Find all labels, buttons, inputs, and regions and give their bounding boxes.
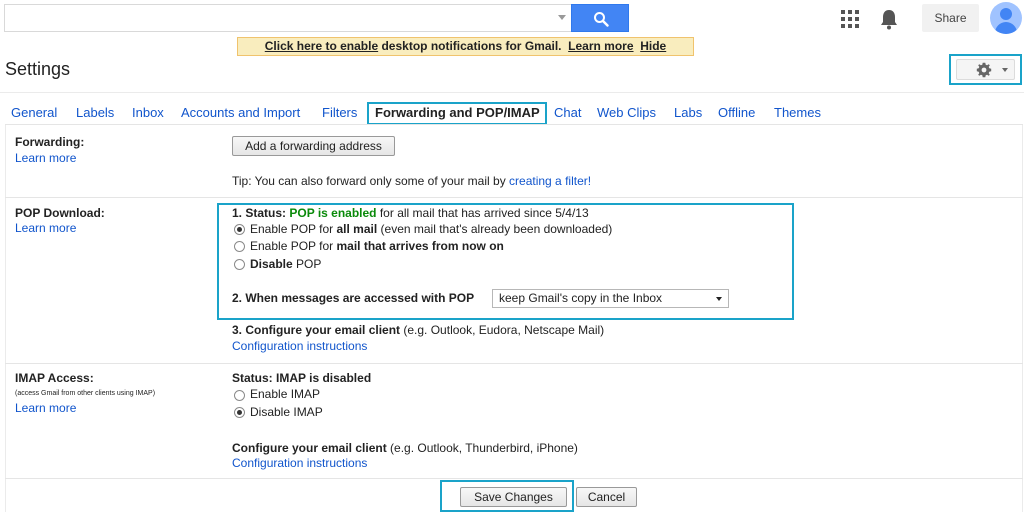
imap-status: Status: IMAP is disabled [232, 371, 372, 385]
pop-status-suffix: for all mail that has arrived since 5/4/… [376, 206, 589, 220]
imap-disable-radio[interactable] [234, 407, 245, 418]
imap-enable-label[interactable]: Enable IMAP [250, 387, 320, 401]
forwarding-learn-more-link[interactable]: Learn more [15, 151, 76, 165]
pop-access-label: 2. When messages are accessed with POP [232, 291, 475, 305]
pop-disable-label[interactable]: Disable POP [250, 257, 321, 271]
creating-filter-link[interactable]: creating a filter! [509, 174, 591, 188]
imap-disable-label[interactable]: Disable IMAP [250, 405, 323, 419]
chevron-down-icon [716, 297, 722, 301]
tab-offline[interactable]: Offline [718, 105, 755, 120]
search-icon [594, 12, 609, 27]
pop-status-prefix: 1. Status: [232, 206, 290, 220]
pop-status: 1. Status: POP is enabled for all mail t… [232, 206, 589, 220]
settings-tabs: General Labels Inbox Accounts and Import… [0, 102, 1024, 125]
pop-status-value: POP is enabled [289, 206, 377, 220]
pop-configuration-instructions-link[interactable]: Configuration instructions [232, 339, 367, 353]
pop-option-text: (even mail that's already been downloade… [377, 222, 613, 236]
pop-option-bold: mail that arrives from now on [336, 239, 504, 253]
pop-access-select[interactable]: keep Gmail's copy in the Inbox [492, 289, 729, 308]
pop-option-text: Enable POP for [250, 222, 337, 236]
imap-configuration-instructions-link[interactable]: Configuration instructions [232, 456, 367, 470]
imap-configure-rest: (e.g. Outlook, Thunderbird, iPhone) [386, 441, 578, 455]
pop-option-text: Enable POP for [250, 239, 337, 253]
pop-configure-rest: (e.g. Outlook, Eudora, Netscape Mail) [400, 323, 605, 337]
save-changes-button[interactable]: Save Changes [460, 487, 567, 507]
row-divider [5, 478, 1023, 479]
notification-learn-more-link[interactable]: Learn more [568, 39, 633, 53]
chevron-down-icon [1002, 68, 1008, 72]
avatar-icon[interactable] [990, 2, 1022, 34]
pop-access-value: keep Gmail's copy in the Inbox [499, 291, 663, 305]
pop-all-mail-radio[interactable] [234, 224, 245, 235]
tab-inbox[interactable]: Inbox [132, 105, 164, 120]
forwarding-label: Forwarding: [15, 135, 85, 149]
tab-labels[interactable]: Labels [76, 105, 114, 120]
notification-hide-link[interactable]: Hide [640, 39, 666, 53]
pop-download-label: POP Download: [15, 206, 105, 220]
pop-learn-more-link[interactable]: Learn more [15, 221, 76, 235]
imap-learn-more-link[interactable]: Learn more [15, 401, 76, 415]
row-divider [5, 363, 1023, 364]
page-title: Settings [5, 59, 71, 79]
tab-filters[interactable]: Filters [322, 105, 357, 120]
tab-accounts-and-import[interactable]: Accounts and Import [181, 105, 300, 120]
pop-disable-radio[interactable] [234, 259, 245, 270]
row-divider [5, 197, 1023, 198]
tab-web-clips[interactable]: Web Clips [597, 105, 656, 120]
header-divider [0, 92, 1024, 93]
search-options-caret-icon[interactable] [558, 15, 566, 20]
bell-icon[interactable] [879, 8, 899, 30]
gear-icon [976, 62, 992, 78]
enable-notifications-link[interactable]: Click here to enable [265, 39, 378, 53]
pop-option-text: POP [292, 257, 322, 271]
settings-gear-inner[interactable] [956, 59, 1015, 80]
top-bar: Share [0, 0, 1024, 38]
tab-themes[interactable]: Themes [774, 105, 821, 120]
search-input[interactable] [4, 4, 572, 32]
settings-gear-button[interactable] [949, 54, 1022, 85]
forwarding-tip: Tip: You can also forward only some of y… [232, 174, 591, 188]
pop-configure-text: 3. Configure your email client (e.g. Out… [232, 323, 604, 337]
cancel-button[interactable]: Cancel [576, 487, 637, 507]
imap-configure-text: Configure your email client (e.g. Outloo… [232, 441, 578, 455]
imap-access-subtext: (access Gmail from other clients using I… [15, 390, 156, 397]
tab-forwarding-and-pop-imap[interactable]: Forwarding and POP/IMAP [367, 102, 547, 125]
pop-all-mail-label[interactable]: Enable POP for all mail (even mail that'… [250, 222, 612, 236]
add-forwarding-address-button[interactable]: Add a forwarding address [232, 136, 395, 156]
tab-general[interactable]: General [11, 105, 57, 120]
forwarding-tip-text: Tip: You can also forward only some of y… [232, 174, 510, 188]
imap-access-label: IMAP Access: [15, 371, 94, 385]
apps-icon[interactable] [841, 10, 859, 28]
imap-enable-radio[interactable] [234, 390, 245, 401]
pop-from-now-on-radio[interactable] [234, 241, 245, 252]
share-button[interactable]: Share [922, 4, 979, 32]
notification-text: desktop notifications for Gmail. [378, 39, 562, 53]
desktop-notification-banner: Click here to enable desktop notificatio… [237, 37, 694, 56]
pop-from-now-on-label[interactable]: Enable POP for mail that arrives from no… [250, 239, 504, 253]
pop-option-bold: all mail [336, 222, 378, 236]
tab-labs[interactable]: Labs [674, 105, 702, 120]
imap-configure-bold: Configure your email client [232, 441, 387, 455]
pop-configure-bold: 3. Configure your email client [232, 323, 401, 337]
pop-option-bold: Disable [250, 257, 293, 271]
search-button[interactable] [571, 4, 629, 32]
tab-chat[interactable]: Chat [554, 105, 581, 120]
row-divider [5, 124, 1023, 125]
